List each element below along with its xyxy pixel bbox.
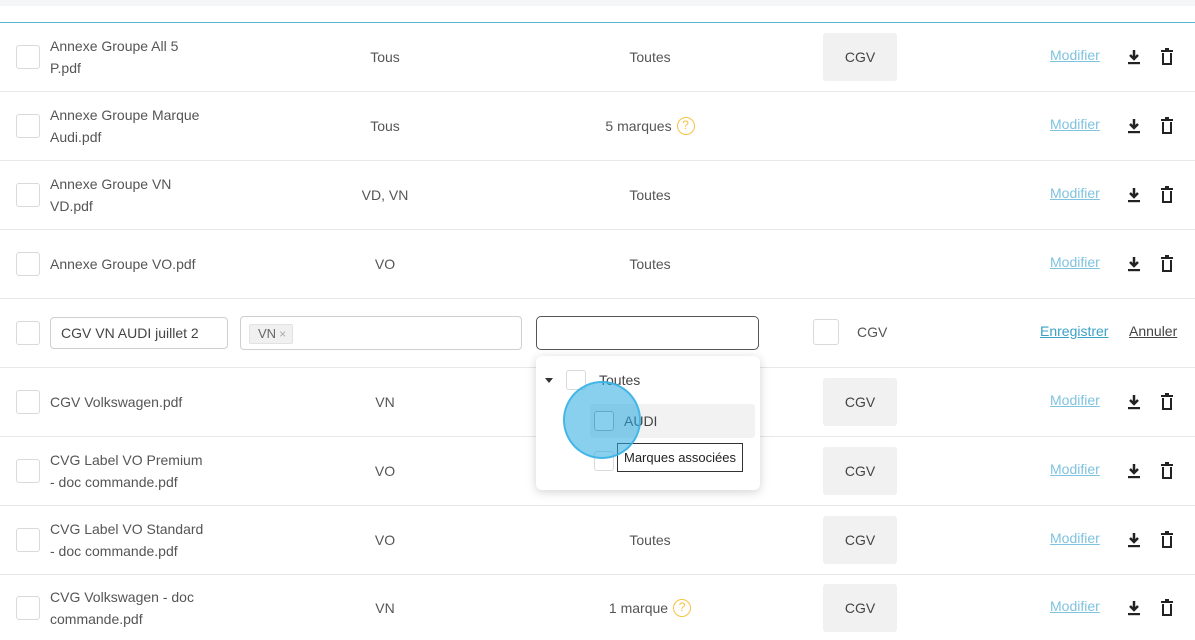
brands-cell: 5 marques? xyxy=(560,92,740,160)
row-checkbox[interactable] xyxy=(16,183,40,207)
file-name: CVG Label VO Standard - doc commande.pdf xyxy=(50,521,204,559)
modify-link[interactable]: Modifier xyxy=(1050,116,1100,132)
vehicle-type: Tous xyxy=(370,118,400,134)
file-name-input[interactable]: CGV VN AUDI juillet 2 xyxy=(50,317,228,349)
cgv-checkbox[interactable] xyxy=(813,319,839,345)
file-name: Annexe Groupe Marque Audi.pdf xyxy=(50,107,200,145)
header-strip xyxy=(0,0,1195,6)
table-row: CVG Label VO Standard - doc commande.pdf … xyxy=(0,506,1195,575)
brands-cell: Toutes xyxy=(629,532,671,548)
file-name: Annexe Groupe All 5 P.pdf xyxy=(50,38,179,76)
modify-link[interactable]: Modifier xyxy=(1050,185,1100,201)
brands-cell: Toutes xyxy=(629,187,671,203)
download-icon[interactable] xyxy=(1126,461,1142,481)
download-icon[interactable] xyxy=(1126,116,1142,136)
file-name: CVG Label VO Premium - doc commande.pdf xyxy=(50,452,203,490)
file-name: Annexe Groupe VN VD.pdf xyxy=(50,176,172,214)
brands-cell: Toutes xyxy=(629,256,671,272)
modify-link[interactable]: Modifier xyxy=(1050,530,1100,546)
vehicle-type: VO xyxy=(374,463,396,479)
trash-icon[interactable] xyxy=(1159,47,1175,67)
trash-icon[interactable] xyxy=(1159,392,1175,412)
table-row: Annexe Groupe VN VD.pdf VD, VN Toutes Mod… xyxy=(0,161,1195,230)
row-checkbox[interactable] xyxy=(16,45,40,69)
table-row: Annexe Groupe VO.pdf VO Toutes Modifier xyxy=(0,230,1195,299)
vehicle-type: VO xyxy=(374,532,396,548)
file-name: CVG Volkswagen - doc commande.pdf xyxy=(50,588,194,627)
tooltip: Marques associées xyxy=(617,443,743,472)
download-icon[interactable] xyxy=(1126,598,1142,618)
brands-cell: Toutes xyxy=(629,49,671,65)
cgv-badge: CGV xyxy=(823,516,897,564)
modify-link[interactable]: Modifier xyxy=(1050,392,1100,408)
cursor-highlight xyxy=(563,381,641,459)
modify-link[interactable]: Modifier xyxy=(1050,254,1100,270)
cancel-link[interactable]: Annuler xyxy=(1129,323,1177,339)
brands-cell: 1 marque? xyxy=(560,575,740,640)
row-checkbox[interactable] xyxy=(16,459,40,483)
file-name: CGV Volkswagen.pdf xyxy=(50,394,183,410)
vehicle-type-select[interactable]: VN × xyxy=(240,316,522,350)
row-checkbox[interactable] xyxy=(16,321,40,345)
type-tag: VN × xyxy=(249,324,294,344)
modify-link[interactable]: Modifier xyxy=(1050,598,1100,614)
vehicle-type: VN xyxy=(375,599,395,616)
trash-icon[interactable] xyxy=(1159,254,1175,274)
table-row: Annexe Groupe All 5 P.pdf Tous Toutes CGV… xyxy=(0,23,1195,92)
row-checkbox[interactable] xyxy=(16,114,40,138)
file-name: Annexe Groupe VO.pdf xyxy=(50,256,196,272)
trash-icon[interactable] xyxy=(1159,461,1175,481)
download-icon[interactable] xyxy=(1126,392,1142,412)
download-icon[interactable] xyxy=(1126,47,1142,67)
cgv-badge: CGV xyxy=(823,447,897,495)
trash-icon[interactable] xyxy=(1159,530,1175,550)
tag-remove-icon[interactable]: × xyxy=(279,327,286,341)
download-icon[interactable] xyxy=(1126,185,1142,205)
row-checkbox[interactable] xyxy=(16,595,40,620)
brands-select[interactable] xyxy=(536,316,759,350)
row-checkbox[interactable] xyxy=(16,252,40,276)
trash-icon[interactable] xyxy=(1159,185,1175,205)
caret-down-icon[interactable] xyxy=(545,378,553,383)
download-icon[interactable] xyxy=(1126,254,1142,274)
cgv-badge: CGV xyxy=(823,33,897,81)
table-row: CVG Volkswagen - doc commande.pdf VN 1 ma… xyxy=(0,575,1195,640)
vehicle-type: Tous xyxy=(370,49,400,65)
cgv-badge: CGV xyxy=(823,378,897,426)
vehicle-type: VN xyxy=(375,394,395,410)
modify-link[interactable]: Modifier xyxy=(1050,47,1100,63)
vehicle-type: VO xyxy=(374,256,396,272)
download-icon[interactable] xyxy=(1126,530,1142,550)
cgv-badge: CGV xyxy=(823,583,897,632)
row-checkbox[interactable] xyxy=(16,390,40,414)
help-icon[interactable]: ? xyxy=(676,117,695,135)
save-link[interactable]: Enregistrer xyxy=(1040,323,1108,339)
table-row: Annexe Groupe Marque Audi.pdf Tous 5 marq… xyxy=(0,92,1195,161)
help-icon[interactable]: ? xyxy=(673,598,692,617)
trash-icon[interactable] xyxy=(1159,116,1175,136)
trash-icon[interactable] xyxy=(1159,598,1175,618)
row-checkbox[interactable] xyxy=(16,528,40,552)
cgv-label: CGV xyxy=(857,324,888,340)
vehicle-type: VD, VN xyxy=(361,187,409,203)
modify-link[interactable]: Modifier xyxy=(1050,461,1100,477)
